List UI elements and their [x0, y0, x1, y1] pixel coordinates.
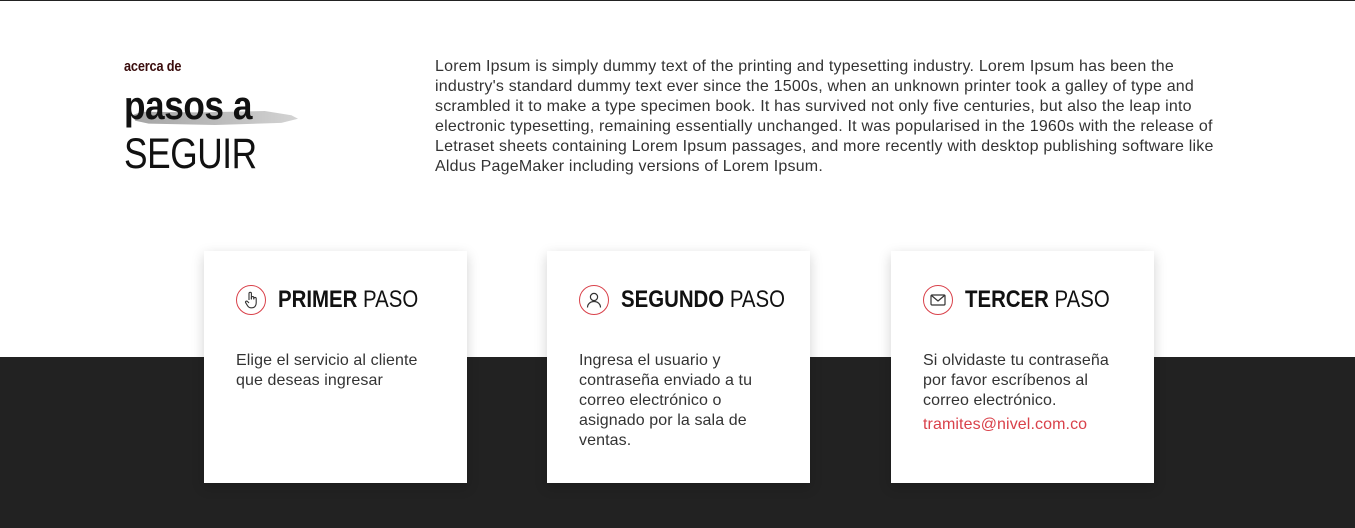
step-card-title: PRIMER PASO [278, 286, 418, 314]
step-card-title: TERCER PASO [965, 286, 1110, 314]
step-card-text: Si olvidaste tu contraseña por favor esc… [923, 351, 1128, 435]
step-title-light: PASO [363, 286, 419, 313]
step-title-bold: TERCER [965, 286, 1049, 313]
top-divider [0, 0, 1355, 1]
step-title-light: PASO [729, 286, 786, 313]
section-title-bold: pasos a [124, 84, 253, 128]
step-card-text-body: Si olvidaste tu contraseña por favor esc… [923, 352, 1109, 409]
pointer-hand-icon [236, 285, 266, 315]
section-eyebrow: acerca de [124, 58, 182, 75]
section-title-light: SEGUIR [124, 130, 257, 178]
step-card-3: TERCER PASO Si olvidaste tu contraseña p… [891, 251, 1154, 483]
step-card-2: SEGUNDO PASO Ingresa el usuario y contra… [547, 251, 810, 483]
step-card-text: Elige el servicio al cliente que deseas … [236, 352, 418, 389]
envelope-icon [923, 285, 953, 315]
step-card-title: SEGUNDO PASO [621, 286, 785, 314]
step-title-bold: SEGUNDO [621, 286, 725, 313]
step-card-header: SEGUNDO PASO [579, 285, 814, 315]
step-card-text: Ingresa el usuario y contraseña enviado … [579, 352, 753, 449]
step-title-bold: PRIMER [278, 286, 358, 313]
step-title-light: PASO [1054, 286, 1110, 313]
contact-email-link[interactable]: tramites@nivel.com.co [923, 415, 1128, 435]
step-card-header: TERCER PASO [923, 285, 1135, 315]
user-icon [579, 285, 609, 315]
step-card-1: PRIMER PASO Elige el servicio al cliente… [204, 251, 467, 483]
step-card-header: PRIMER PASO [236, 285, 443, 315]
section-intro-text: Lorem Ipsum is simply dummy text of the … [435, 58, 1214, 175]
